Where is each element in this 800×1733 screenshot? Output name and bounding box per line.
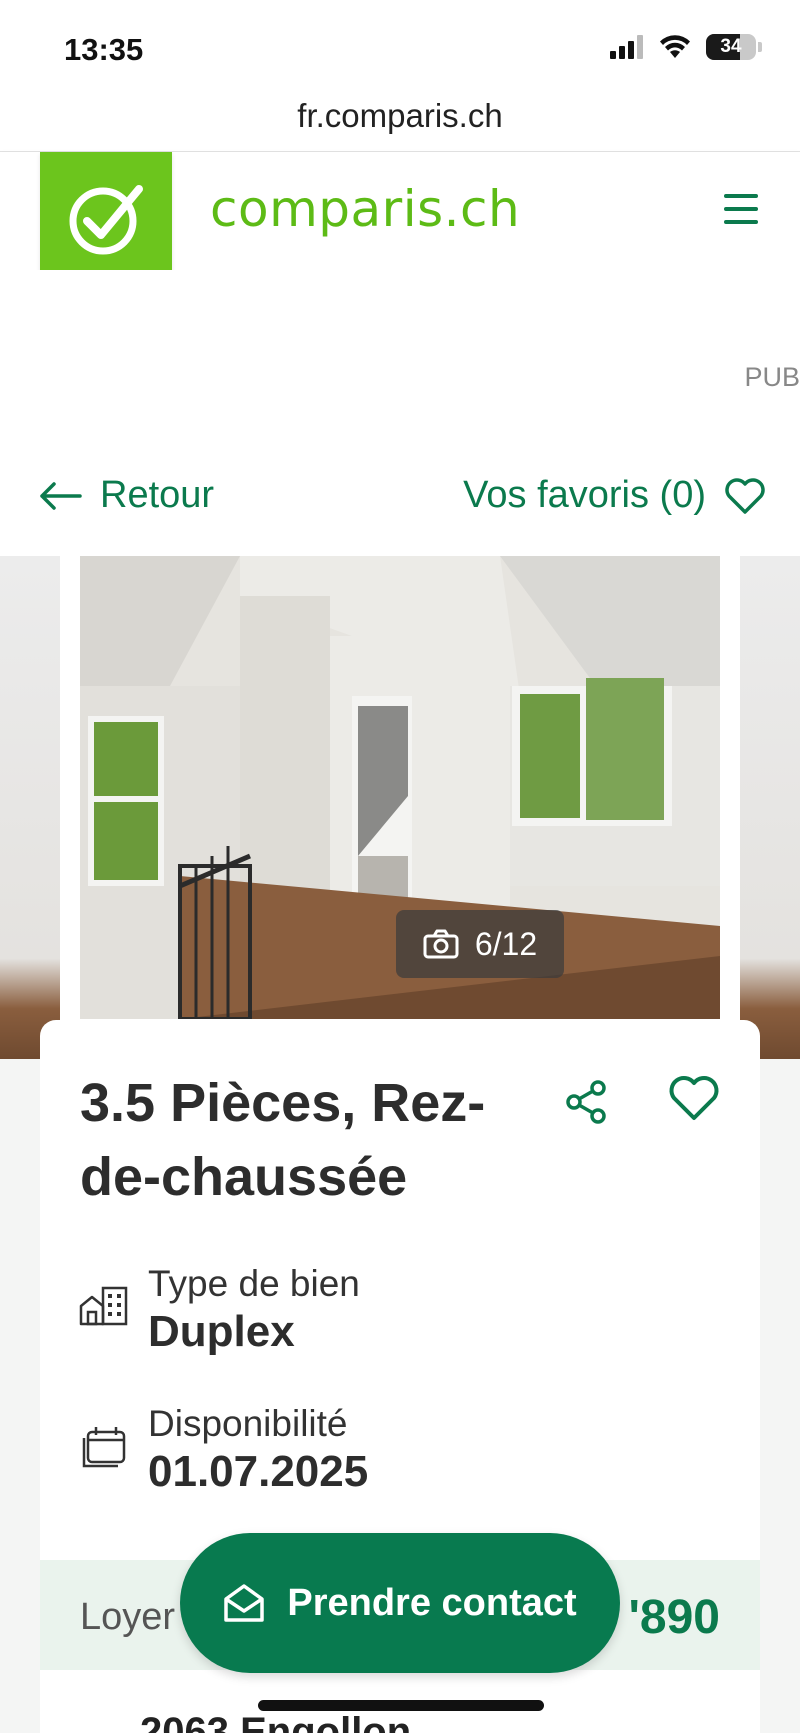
listing-address: 2063 Engollon	[140, 1710, 412, 1733]
add-favorite-button[interactable]	[668, 1074, 720, 1127]
envelope-icon	[224, 1584, 265, 1622]
previous-photo[interactable]	[0, 556, 60, 1059]
heart-icon	[669, 1076, 719, 1120]
building-icon	[79, 1286, 128, 1326]
camera-icon	[423, 929, 459, 959]
heart-icon	[725, 477, 765, 514]
photo-gallery[interactable]: 6/12	[0, 556, 800, 1059]
status-icons: 34	[610, 34, 762, 60]
favorites-label: Vos favoris (0)	[463, 474, 706, 516]
listing-nav: Retour Vos favoris (0)	[0, 430, 800, 556]
checkmark-logo-icon	[69, 185, 143, 255]
arrow-left-icon	[40, 481, 82, 510]
availability-value: 01.07.2025	[148, 1447, 369, 1496]
back-label: Retour	[100, 474, 215, 516]
status-time: 13:35	[64, 32, 144, 67]
attribute-availability: Disponibilité 01.07.2025	[78, 1402, 368, 1498]
battery-level: 34	[720, 36, 742, 57]
home-indicator[interactable]	[258, 1700, 544, 1711]
property-type-label: Type de bien	[148, 1263, 360, 1304]
photo-counter-text: 6/12	[474, 925, 538, 962]
logo[interactable]	[40, 152, 172, 284]
property-type-value: Duplex	[148, 1307, 295, 1356]
attribute-property-type: Type de bien Duplex	[78, 1262, 360, 1358]
contact-button-label: Prendre contact	[287, 1581, 577, 1624]
hamburger-menu-icon[interactable]	[724, 194, 758, 224]
favorites-link[interactable]: Vos favoris (0)	[463, 474, 766, 517]
ad-banner: PUB	[0, 270, 800, 430]
status-bar: 13:35 34	[0, 0, 800, 90]
url-text: fr.comparis.ch	[297, 97, 503, 134]
share-icon	[566, 1080, 606, 1124]
availability-label: Disponibilité	[148, 1403, 348, 1444]
rent-label: Loyer	[80, 1596, 176, 1638]
back-link[interactable]: Retour	[38, 474, 214, 517]
battery-icon: 34	[706, 34, 756, 60]
ad-label: PUB	[744, 362, 800, 392]
calendar-icon	[82, 1427, 126, 1468]
next-photo[interactable]	[740, 556, 800, 1059]
site-header: comparis.ch	[0, 152, 800, 284]
signal-icon	[610, 35, 643, 59]
rent-value: '890	[628, 1591, 721, 1644]
share-button[interactable]	[562, 1078, 610, 1131]
address-bar[interactable]: fr.comparis.ch	[0, 90, 800, 152]
wifi-icon	[660, 35, 690, 58]
brand-name[interactable]: comparis.ch	[210, 180, 520, 238]
listing-photo[interactable]: 6/12	[80, 556, 720, 1019]
listing-title: 3.5 Pièces, Rez-de-chaussée	[80, 1073, 486, 1207]
contact-button[interactable]: Prendre contact	[180, 1533, 620, 1673]
photo-counter: 6/12	[396, 910, 564, 978]
